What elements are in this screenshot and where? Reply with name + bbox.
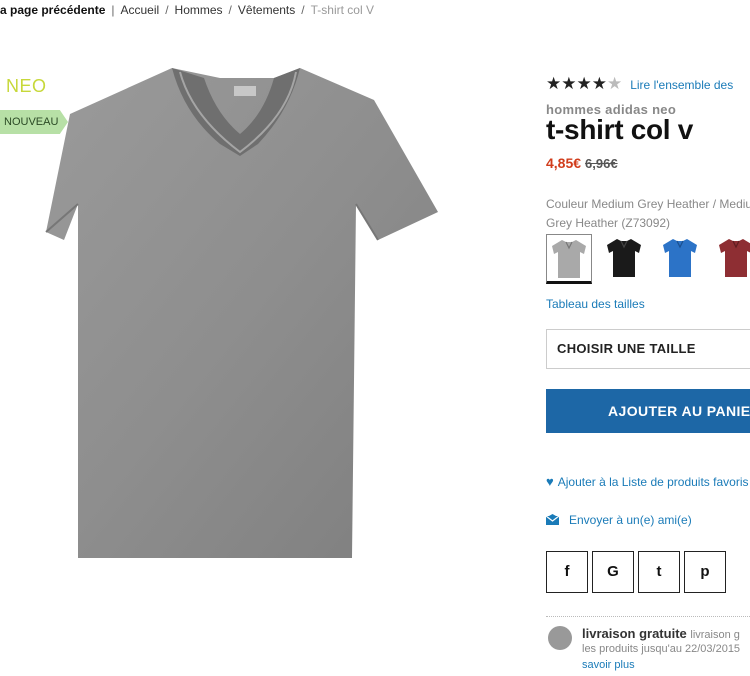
product-title: t-shirt col v bbox=[546, 114, 694, 145]
price-block: 4,85€ 6,96€ bbox=[546, 155, 618, 171]
old-price: 6,96€ bbox=[585, 156, 618, 171]
heart-icon: ♥ bbox=[546, 474, 554, 489]
add-to-cart-button[interactable]: AJOUTER AU PANIER bbox=[546, 389, 750, 433]
sale-price: 4,85€ bbox=[546, 155, 582, 171]
shipping-title-rest: livraison g bbox=[690, 629, 740, 641]
breadcrumb-item-clothing[interactable]: Vêtements bbox=[238, 3, 295, 17]
breadcrumb-separator: / bbox=[165, 3, 169, 17]
divider bbox=[546, 616, 750, 617]
breadcrumb-separator: / bbox=[301, 3, 305, 17]
read-reviews-link[interactable]: Lire l'ensemble des bbox=[630, 78, 733, 92]
rating-stars: ★★★★★ bbox=[546, 74, 623, 93]
breadcrumb-separator: / bbox=[228, 3, 232, 17]
shipping-title-text: livraison gratuite bbox=[582, 626, 687, 641]
google-plus-icon[interactable]: G bbox=[592, 551, 634, 593]
learn-more-link[interactable]: savoir plus bbox=[582, 659, 635, 671]
swatch-grey[interactable] bbox=[546, 234, 592, 284]
breadcrumb: a page précédente | Accueil / Hommes / Vêtemen… bbox=[0, 0, 750, 20]
breadcrumb-separator: | bbox=[111, 3, 115, 17]
swatch-black[interactable] bbox=[602, 234, 648, 284]
social-buttons: fGtp bbox=[546, 551, 730, 593]
size-select[interactable]: CHOISIR UNE TAILLE bbox=[546, 329, 750, 369]
shipping-detail: les produits jusqu'au 22/03/2015 bbox=[582, 643, 741, 655]
pinterest-icon[interactable]: p bbox=[684, 551, 726, 593]
size-chart-link[interactable]: Tableau des tailles bbox=[546, 297, 645, 311]
breadcrumb-current: T-shirt col V bbox=[310, 3, 374, 17]
email-friend-label: Envoyer à un(e) ami(e) bbox=[569, 513, 692, 527]
breadcrumb-item-men[interactable]: Hommes bbox=[175, 3, 223, 17]
color-info: Couleur Medium Grey Heather / Medium Gre… bbox=[546, 197, 750, 230]
breadcrumb-item-home[interactable]: Accueil bbox=[121, 3, 160, 17]
tshirt-icon bbox=[45, 68, 438, 558]
email-friend-link[interactable]: Envoyer à un(e) ami(e) bbox=[545, 513, 692, 528]
product-image[interactable] bbox=[44, 64, 440, 566]
free-shipping-title: livraison gratuite livraison g bbox=[582, 626, 740, 641]
wishlist-label: Ajouter à la Liste de produits favoris bbox=[557, 475, 749, 489]
twitter-icon[interactable]: t bbox=[638, 551, 680, 593]
wishlist-link[interactable]: ♥ Ajouter à la Liste de produits favoris bbox=[546, 474, 749, 489]
facebook-icon[interactable]: f bbox=[546, 551, 588, 593]
swatch-red[interactable] bbox=[714, 234, 750, 284]
rating-row: ★★★★★ Lire l'ensemble des bbox=[546, 74, 733, 94]
neo-logo: NEO bbox=[6, 76, 47, 96]
color-swatches bbox=[546, 234, 750, 284]
envelope-icon bbox=[545, 513, 560, 528]
swatch-blue[interactable] bbox=[658, 234, 704, 284]
delivery-truck-icon bbox=[548, 626, 572, 650]
back-link[interactable]: a page précédente bbox=[0, 3, 105, 17]
